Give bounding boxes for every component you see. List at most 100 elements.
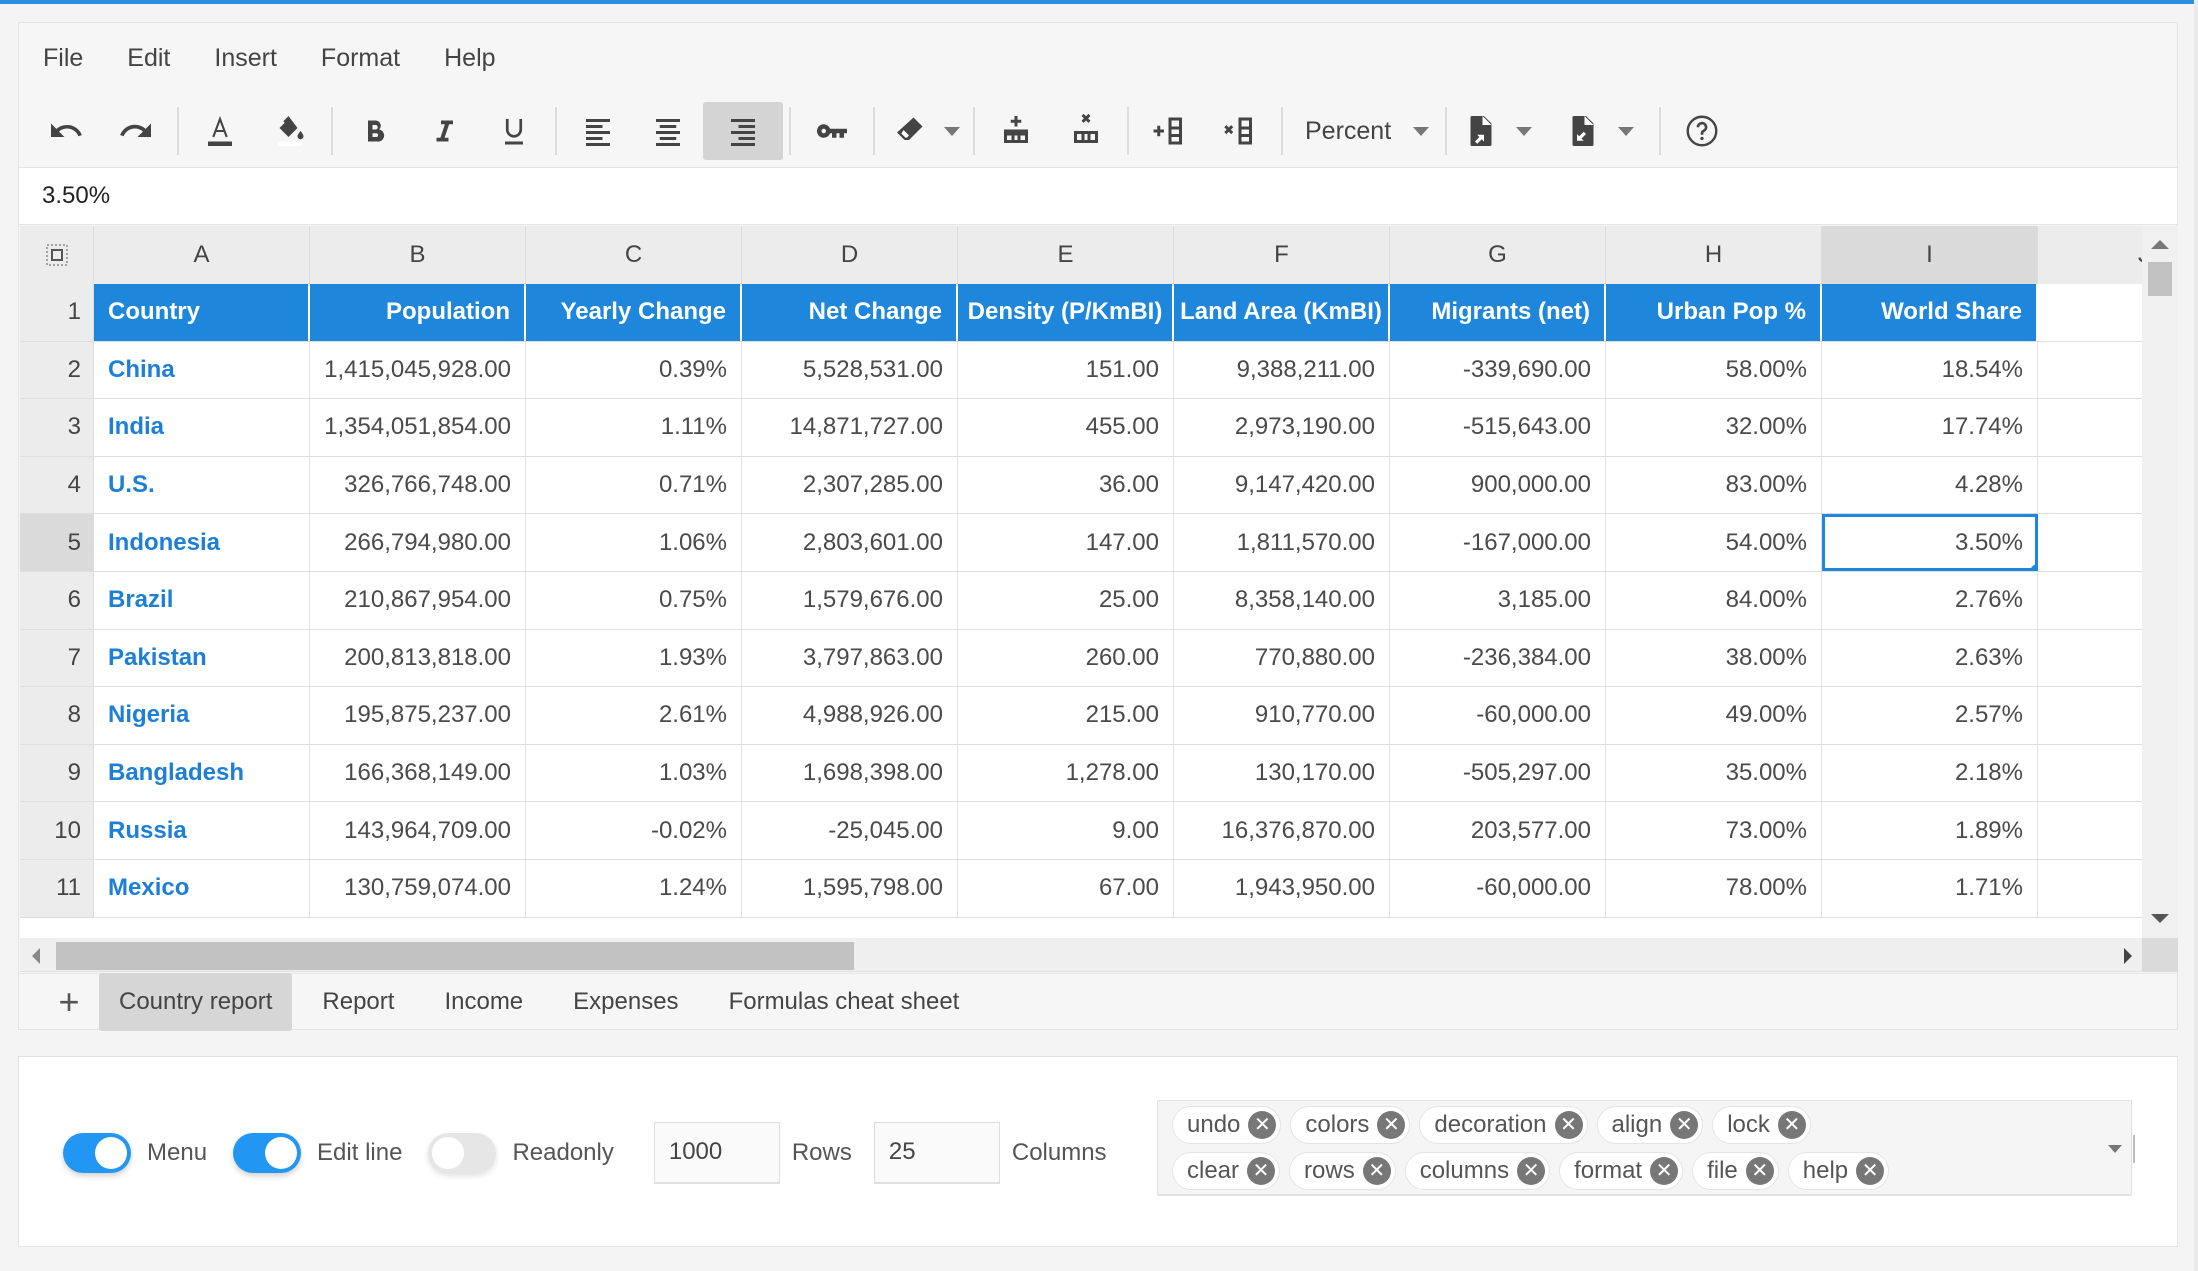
cell[interactable]: 5,528,531.00 bbox=[742, 341, 958, 399]
cell[interactable]: 151.00 bbox=[958, 341, 1174, 399]
columns-input[interactable]: 25 bbox=[873, 1121, 1000, 1184]
country-cell[interactable]: Nigeria bbox=[94, 687, 310, 744]
cell[interactable]: 9.00 bbox=[958, 802, 1174, 859]
row-header[interactable]: 4 bbox=[20, 456, 94, 514]
cell[interactable]: 9,388,211.00 bbox=[1174, 341, 1390, 399]
scroll-up-icon[interactable] bbox=[2151, 240, 2169, 249]
cell[interactable]: 143,964,709.00 bbox=[310, 802, 526, 859]
cell[interactable]: 35.00% bbox=[1606, 744, 1822, 802]
cell[interactable]: 18.54% bbox=[1822, 341, 2038, 399]
scroll-down-icon[interactable] bbox=[2151, 914, 2169, 923]
country-cell[interactable]: Pakistan bbox=[94, 629, 310, 687]
header-cell[interactable]: Land Area (KmBI) bbox=[1174, 284, 1390, 341]
close-icon[interactable]: ✕ bbox=[1856, 1157, 1885, 1185]
cell[interactable]: 2,307,285.00 bbox=[742, 456, 958, 514]
cell[interactable]: 0.71% bbox=[526, 456, 742, 514]
cell[interactable]: 36.00 bbox=[958, 456, 1174, 514]
header-cell[interactable]: World Share bbox=[1822, 284, 2038, 341]
cell[interactable]: -505,297.00 bbox=[1390, 744, 1606, 802]
rows-input[interactable]: 1000 bbox=[653, 1121, 780, 1184]
cell[interactable]: 1.93% bbox=[526, 629, 742, 687]
cell[interactable] bbox=[2038, 859, 2142, 917]
cell[interactable]: 84.00% bbox=[1606, 571, 1822, 629]
cell[interactable]: 38.00% bbox=[1606, 629, 1822, 687]
add-sheet-button[interactable]: + bbox=[39, 984, 99, 1020]
import-dropdown[interactable] bbox=[1509, 102, 1539, 160]
column-header-a[interactable]: A bbox=[94, 226, 310, 284]
cell[interactable]: -0.02% bbox=[526, 802, 742, 859]
vertical-scroll-thumb[interactable] bbox=[2148, 262, 2172, 296]
menu-toggle[interactable] bbox=[63, 1132, 131, 1173]
italic-button[interactable] bbox=[409, 102, 479, 160]
bold-button[interactable] bbox=[339, 102, 409, 160]
cell[interactable]: 1.24% bbox=[526, 859, 742, 917]
cell[interactable]: -236,384.00 bbox=[1390, 629, 1606, 687]
cell[interactable] bbox=[2038, 629, 2142, 687]
menu-file[interactable]: File bbox=[43, 44, 83, 73]
toolbar-blocks-multiselect[interactable]: undo ✕ colors ✕ decoration ✕ align ✕ lock ✕ clear… bbox=[1157, 1100, 2135, 1196]
cell[interactable] bbox=[2038, 802, 2142, 859]
header-cell[interactable]: Population bbox=[310, 284, 526, 341]
column-header-i[interactable]: I bbox=[1822, 226, 2038, 284]
column-header-h[interactable]: H bbox=[1606, 226, 1822, 284]
row-header[interactable]: 9 bbox=[20, 744, 94, 802]
close-icon[interactable]: ✕ bbox=[1517, 1157, 1546, 1185]
cell[interactable] bbox=[2038, 744, 2142, 802]
cell[interactable]: 1,579,676.00 bbox=[742, 571, 958, 629]
menu-help[interactable]: Help bbox=[444, 44, 495, 73]
cell[interactable]: 130,759,074.00 bbox=[310, 859, 526, 917]
cell[interactable]: 326,766,748.00 bbox=[310, 456, 526, 514]
lock-button[interactable] bbox=[797, 102, 867, 160]
undo-button[interactable] bbox=[31, 102, 101, 160]
cell[interactable] bbox=[2038, 341, 2142, 399]
cell[interactable]: 166,368,149.00 bbox=[310, 744, 526, 802]
country-cell[interactable]: Brazil bbox=[94, 571, 310, 629]
cell[interactable] bbox=[2038, 514, 2142, 571]
cell[interactable]: -167,000.00 bbox=[1390, 514, 1606, 571]
cell[interactable]: 4,988,926.00 bbox=[742, 687, 958, 744]
row-header[interactable]: 8 bbox=[20, 687, 94, 744]
header-cell[interactable]: Yearly Change bbox=[526, 284, 742, 341]
header-cell[interactable]: Migrants (net) bbox=[1390, 284, 1606, 341]
cell[interactable]: 32.00% bbox=[1606, 399, 1822, 456]
underline-button[interactable] bbox=[479, 102, 549, 160]
cell[interactable]: 54.00% bbox=[1606, 514, 1822, 571]
country-cell[interactable]: India bbox=[94, 399, 310, 456]
cell[interactable]: 2.57% bbox=[1822, 687, 2038, 744]
cell[interactable]: 910,770.00 bbox=[1174, 687, 1390, 744]
fill-handle[interactable] bbox=[2030, 563, 2037, 571]
sheet-tab-expenses[interactable]: Expenses bbox=[553, 973, 698, 1031]
row-header[interactable]: 2 bbox=[20, 341, 94, 399]
cell[interactable]: 2.76% bbox=[1822, 571, 2038, 629]
row-header[interactable]: 6 bbox=[20, 571, 94, 629]
cell[interactable]: 200,813,818.00 bbox=[310, 629, 526, 687]
chevron-down-icon[interactable] bbox=[2108, 1145, 2122, 1153]
cell[interactable]: 3,797,863.00 bbox=[742, 629, 958, 687]
column-header-d[interactable]: D bbox=[742, 226, 958, 284]
scroll-left-icon[interactable] bbox=[32, 948, 40, 964]
number-format-select[interactable]: Percent bbox=[1289, 102, 1439, 160]
readonly-toggle[interactable] bbox=[428, 1132, 497, 1173]
column-header-e[interactable]: E bbox=[958, 226, 1174, 284]
cell[interactable]: 1,354,051,854.00 bbox=[310, 399, 526, 456]
align-left-button[interactable] bbox=[563, 102, 633, 160]
clear-dropdown[interactable] bbox=[937, 102, 967, 160]
cell[interactable]: 9,147,420.00 bbox=[1174, 456, 1390, 514]
cell[interactable]: 1.11% bbox=[526, 399, 742, 456]
row-header[interactable]: 7 bbox=[20, 629, 94, 687]
cell[interactable]: 1.89% bbox=[1822, 802, 2038, 859]
country-cell[interactable]: Russia bbox=[94, 802, 310, 859]
menu-format[interactable]: Format bbox=[321, 44, 400, 73]
sheet-tab-country-report[interactable]: Country report bbox=[99, 973, 293, 1031]
country-cell[interactable]: Mexico bbox=[94, 859, 310, 917]
cell[interactable]: 78.00% bbox=[1606, 859, 1822, 917]
cell[interactable]: 1.71% bbox=[1822, 859, 2038, 917]
cell[interactable]: 203,577.00 bbox=[1390, 802, 1606, 859]
close-icon[interactable]: ✕ bbox=[1247, 1157, 1276, 1185]
cell[interactable]: 0.75% bbox=[526, 571, 742, 629]
sheet-tab-formulas-cheat-sheet[interactable]: Formulas cheat sheet bbox=[709, 973, 980, 1031]
country-cell[interactable]: China bbox=[94, 341, 310, 399]
row-header[interactable]: 1 bbox=[20, 284, 94, 341]
redo-button[interactable] bbox=[101, 102, 171, 160]
menu-edit[interactable]: Edit bbox=[127, 44, 170, 73]
